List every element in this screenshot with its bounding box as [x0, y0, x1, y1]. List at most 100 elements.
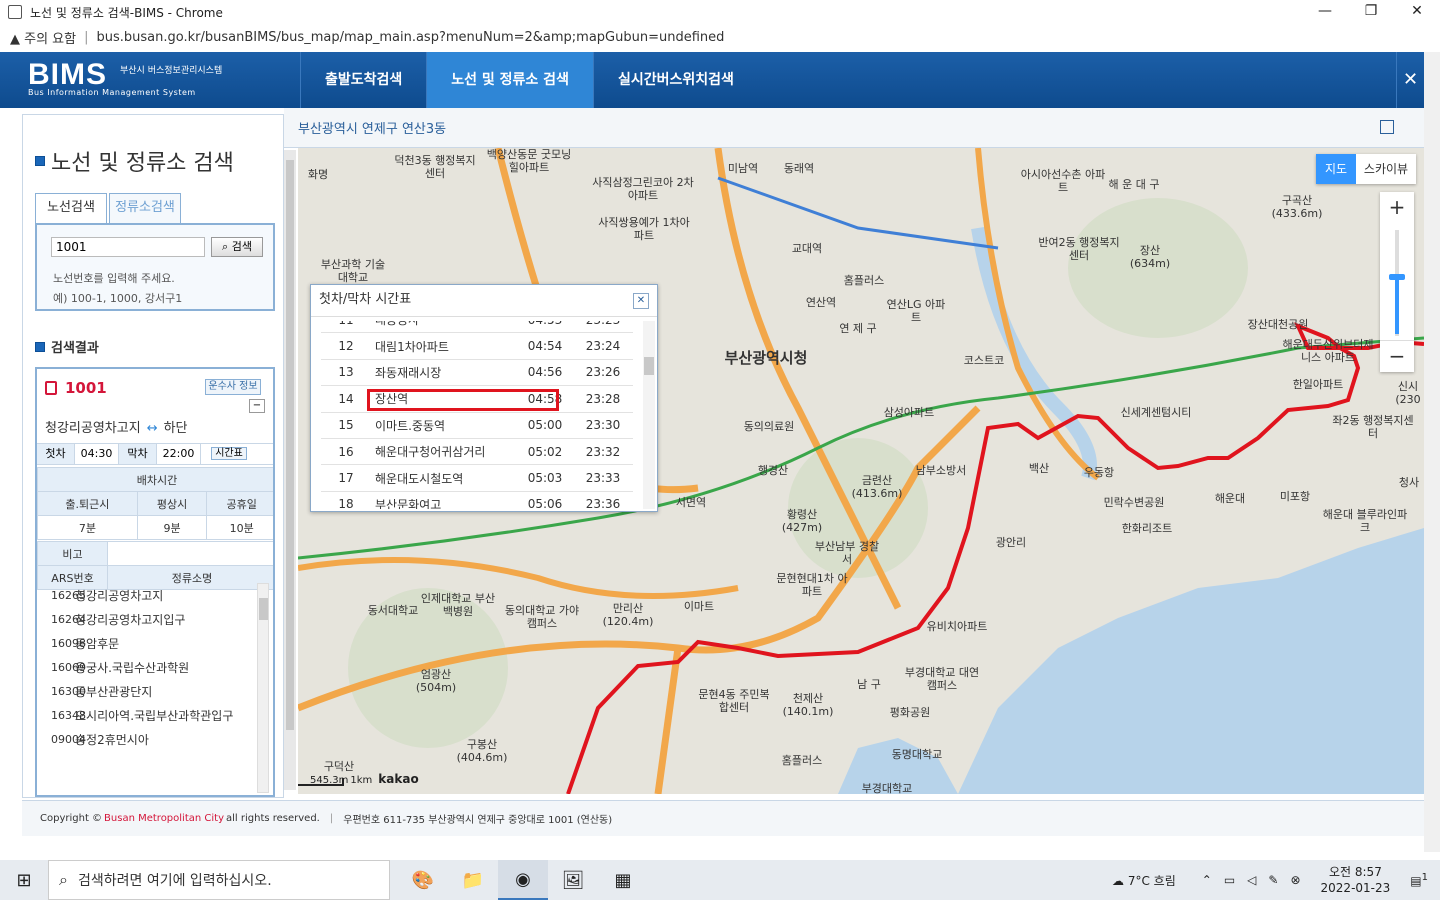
chevron-up-icon[interactable]: ⌃ — [1202, 873, 1212, 887]
network-icon[interactable]: ▭ — [1224, 873, 1235, 887]
map-label-yubichi[interactable]: 유비치아파트 — [922, 620, 992, 633]
map-label-samsung[interactable]: 삼성아파트 — [874, 406, 944, 419]
photos-icon[interactable]: 🖼 — [548, 860, 598, 900]
file-explorer-icon[interactable]: 📁 — [448, 860, 498, 900]
map-label-deokcheon[interactable]: 덕천3동 행정복지센터 — [390, 154, 480, 180]
map-label-namnambu[interactable]: 부산남부 경찰서 — [812, 540, 882, 566]
map-label-haeundaegu[interactable]: 해 운 대 구 — [1094, 178, 1174, 191]
map-label-sajik[interactable]: 사직삼정그린코아 2차아파트 — [588, 176, 698, 202]
map-label-eomgwang[interactable]: 엄광산 (504m) — [406, 668, 466, 694]
kakao-logo[interactable]: kakao — [378, 772, 418, 786]
map-label-dongnae[interactable]: 동래역 — [774, 162, 824, 175]
map-label-gyodae[interactable]: 교대역 — [782, 242, 832, 255]
panel-scrollbar[interactable] — [284, 150, 296, 790]
pen-icon[interactable]: ✎ — [1268, 873, 1278, 887]
map-label-jeongsi[interactable]: 청사 — [1394, 476, 1424, 489]
map-label-hanhwa[interactable]: 한화리조트 — [1112, 522, 1182, 535]
zoom-out-button[interactable]: − — [1380, 340, 1414, 372]
map-label-gwangalli[interactable]: 광안리 — [986, 536, 1036, 549]
map-label-minam[interactable]: 미남역 — [718, 162, 768, 175]
paint-icon[interactable]: 🎨 — [398, 860, 448, 900]
address-bar[interactable]: ▲ 주의 요함 | bus.busan.go.kr/busanBIMS/bus_… — [0, 24, 1440, 50]
url-text[interactable]: bus.busan.go.kr/busanBIMS/bus_map/map_ma… — [97, 30, 725, 45]
close-window-button[interactable]: ✕ — [1394, 0, 1440, 24]
clock[interactable]: 오전 8:57 2022-01-23 — [1321, 864, 1391, 896]
map-label-dongeui[interactable]: 동의의료원 — [734, 420, 804, 433]
map-label-busangwahak[interactable]: 부산과학 기술대학교 — [318, 258, 388, 284]
scroll-thumb[interactable] — [259, 598, 268, 620]
map-label-bukyongbot[interactable]: 부경대학교 — [852, 782, 922, 794]
operator-info-button[interactable]: 운수사 정보 — [205, 379, 261, 395]
stop-list-scrollbar[interactable] — [257, 583, 269, 793]
map-label-sinsi[interactable]: 신시 (230 — [1388, 380, 1424, 406]
notification-icon[interactable]: ▤1 — [1410, 872, 1428, 888]
map-label-munhyeon[interactable]: 문현현대1차 아파트 — [772, 572, 852, 598]
map-label-jangsan[interactable]: 장산 (634m) — [1120, 244, 1180, 270]
map-label-munhyeon4[interactable]: 문현4동 주민복합센터 — [694, 688, 774, 714]
stop-row[interactable]: 16069 용궁사.국립수산과학원 — [37, 655, 273, 679]
close-circle-icon[interactable]: ⊗ — [1290, 873, 1300, 887]
map-label-jwa2[interactable]: 좌2동 행정복지센터 — [1328, 414, 1418, 440]
route-number[interactable]: 1001 — [45, 379, 107, 397]
stop-row[interactable]: 16264 청강리공영차고지입구 — [37, 607, 273, 631]
excel-icon[interactable]: ▦ — [598, 860, 648, 900]
map-label-inje[interactable]: 인제대학교 부산백병원 — [418, 592, 498, 618]
map-label-jangsanpark[interactable]: 장산대천공원 — [1238, 318, 1318, 331]
route-search-input[interactable] — [51, 237, 205, 257]
chrome-icon[interactable]: ◉ — [498, 860, 548, 900]
skyview-button[interactable]: 스카이뷰 — [1356, 154, 1416, 184]
tab-realtime-bus[interactable]: 실시간버스위치검색 — [592, 52, 758, 108]
map-label-haeundaedu[interactable]: 해운대두산위브더제니스 아파트 — [1278, 338, 1378, 364]
map-label-pyeonghwa[interactable]: 평화공원 — [880, 706, 940, 719]
header-close-icon[interactable]: ✕ — [1396, 52, 1424, 108]
map-label-banyeo[interactable]: 반여2동 행정복지센터 — [1034, 236, 1124, 262]
stop-row[interactable]: 16348 오시리아역.국립부산과학관입구 — [37, 703, 273, 727]
map-label-hwangryeong[interactable]: 황령산 (427m) — [772, 508, 832, 534]
map-label-bukyong[interactable]: 부경대학교 대연캠퍼스 — [902, 666, 982, 692]
stop-row[interactable]: 16265 청강리공영차고지 — [37, 583, 273, 607]
map-label-hwamyeong[interactable]: 화명 — [298, 168, 338, 181]
search-button[interactable]: ⌕ 검색 — [211, 237, 263, 257]
map-label-yeonsan[interactable]: 연산역 — [796, 296, 846, 309]
stop-row[interactable]: 16300 동부산관광단지 — [37, 679, 273, 703]
page-scrollbar[interactable] — [1424, 52, 1440, 852]
stop-row[interactable]: 16098 동암후문 — [37, 631, 273, 655]
volume-icon[interactable]: ◁ — [1247, 873, 1256, 887]
security-warning[interactable]: ▲ 주의 요함 — [10, 28, 76, 47]
windows-start-icon[interactable]: ⊞ — [0, 860, 48, 900]
map-label-namseo[interactable]: 남부소방서 — [906, 464, 976, 477]
map-view-button[interactable]: 지도 — [1316, 154, 1356, 184]
map-label-cityhall[interactable]: 부산광역시청 — [706, 351, 826, 366]
footer-city[interactable]: Busan Metropolitan City — [104, 813, 224, 824]
popup-scrollbar[interactable] — [643, 321, 655, 509]
taskbar-search[interactable]: ⌕ 검색하려면 여기에 입력하십시오. — [48, 860, 390, 900]
stop-row[interactable]: 09004 송정2휴먼시아 — [37, 727, 273, 751]
map-label-bluelinepark[interactable]: 해운대 블루라인파크 — [1320, 508, 1410, 534]
tab-route-search[interactable]: 노선검색 — [35, 193, 107, 223]
map-label-minrak[interactable]: 민락수변공원 — [1094, 496, 1174, 509]
ruler-icon[interactable] — [1380, 120, 1394, 134]
map-label-baekyang[interactable]: 백양산동문 굿모닝힐아파트 — [484, 148, 574, 174]
map-label-namgu[interactable]: 남 구 — [844, 678, 894, 691]
timetable-button[interactable]: 시간표 — [201, 444, 257, 464]
map-label-geumryeon[interactable]: 금련산 (413.6m) — [842, 474, 912, 500]
map-label-seomyeon[interactable]: 서면역 — [666, 496, 716, 509]
map-label-dongmyeong[interactable]: 동명대학교 — [882, 748, 952, 761]
map-label-udong[interactable]: 우동항 — [1074, 466, 1124, 479]
panel-scroll-thumb[interactable] — [286, 160, 294, 730]
collapse-button[interactable]: − — [249, 399, 265, 413]
zoom-in-button[interactable]: + — [1380, 192, 1414, 224]
tab-route-stop-search[interactable]: 노선 및 정류소 검색 — [426, 52, 593, 108]
zoom-handle[interactable] — [1389, 274, 1405, 280]
minimize-button[interactable]: — — [1302, 0, 1348, 24]
bims-logo[interactable]: BIMS 부산시 버스정보관리시스템 Bus Information Manag… — [28, 58, 222, 97]
map-label-cheonje[interactable]: 천제산 (140.1m) — [778, 692, 838, 718]
tab-stop-search[interactable]: 정류소검색 — [109, 193, 181, 223]
map-label-homeplus2[interactable]: 홈플러스 — [772, 754, 832, 767]
map-label-costco[interactable]: 코스트코 — [954, 354, 1014, 367]
map-label-gubong[interactable]: 구봉산 (404.6m) — [452, 738, 512, 764]
map-label-baeksan[interactable]: 백산 — [1014, 462, 1064, 475]
map-label-samsung2[interactable]: 신세계센텀시티 — [1116, 406, 1196, 419]
map-label-homeplus[interactable]: 홈플러스 — [834, 274, 894, 287]
weather-widget[interactable]: ☁ 7°C 흐림 — [1112, 872, 1176, 889]
